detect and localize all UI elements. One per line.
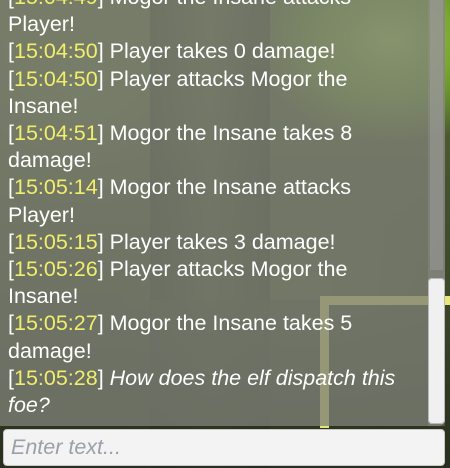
log-line: [15:05:26] Player attacks Mogor the Insa… [8,257,348,309]
chat-input-box[interactable] [3,429,445,466]
log-timestamp: 15:05:28 [13,365,98,390]
log-scrollbar[interactable] [428,0,445,426]
log-line: [15:04:49] Mogor the Insane attacks Play… [8,0,418,38]
chat-input[interactable] [11,432,436,463]
log-timestamp: 15:05:27 [13,311,98,336]
log-timestamp: 15:04:50 [13,66,98,91]
log-message: Player takes 3 damage! [109,229,336,254]
log-timestamp: 15:04:49 [14,0,98,9]
log-line: [15:04:50] Player takes 0 damage! [8,39,336,64]
combat-log-panel: [15:04:49] Mogor the Insane attacks Play… [0,0,445,426]
log-timestamp: 15:05:14 [13,175,98,200]
log-message: Player takes 0 damage! [109,39,336,64]
log-line: [15:05:28] How does the elf dispatch thi… [8,365,396,418]
log-timestamp: 15:05:15 [13,229,98,254]
log-line: [15:04:50] Player attacks Mogor the Insa… [8,66,348,118]
log-line: [15:05:27] Mogor the Insane takes 5 dama… [8,311,353,363]
scrollbar-track-upper[interactable] [430,0,443,270]
log-line: [15:05:14] Mogor the Insane attacks Play… [8,175,352,227]
log-line: [15:04:51] Mogor the Insane takes 8 dama… [8,121,353,173]
log-line: [15:05:15] Player takes 3 damage! [8,229,336,254]
log-timestamp: 15:04:51 [13,121,98,146]
scrollbar-thumb[interactable] [428,278,445,424]
log-timestamp: 15:05:26 [13,257,98,282]
log-timestamp: 15:04:50 [13,39,98,64]
combat-log-lines: [15:04:49] Mogor the Insane attacks Play… [8,0,418,419]
